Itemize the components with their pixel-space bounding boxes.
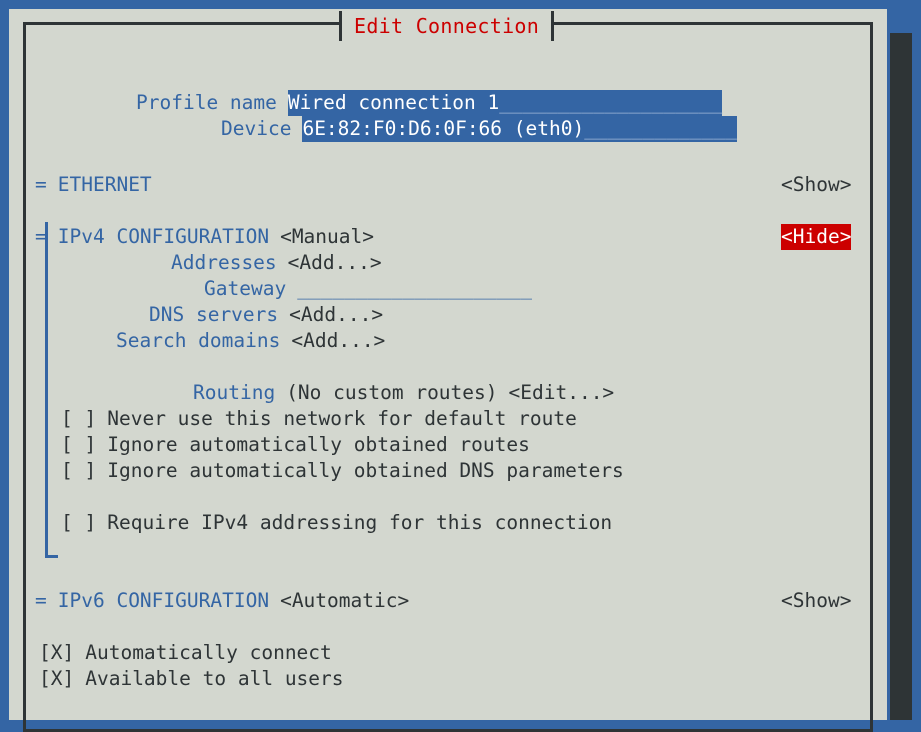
ipv4-mode-select[interactable]: <Manual> xyxy=(280,224,374,250)
checkbox-label: Automatically connect xyxy=(85,640,332,666)
ipv4-search-domains-add-button[interactable]: <Add...> xyxy=(291,328,385,354)
device-label: Device xyxy=(221,116,291,142)
ipv4-hide-button[interactable]: <Hide> xyxy=(781,224,851,250)
checkbox-box: [ ] xyxy=(61,432,96,458)
checkbox-ignore-auto-dns[interactable]: [ ] Ignore automatically obtained DNS pa… xyxy=(61,458,624,484)
ethernet-expander-icon: = xyxy=(35,172,47,198)
device-row: Device 6E:82:F0:D6:0F:66 (eth0)_________… xyxy=(221,116,737,142)
ethernet-section-header[interactable]: = ETHERNET xyxy=(35,172,152,198)
ipv6-show-label: <Show> xyxy=(781,588,851,614)
ipv4-addresses-add-button[interactable]: <Add...> xyxy=(288,250,382,276)
ethernet-section-label: ETHERNET xyxy=(58,172,152,198)
terminal-window: Edit Connection Profile name Wired conne… xyxy=(0,0,921,720)
ipv4-routing-label: Routing xyxy=(193,380,275,406)
dialog-content: Profile name Wired connection 1_________… xyxy=(26,42,870,718)
ipv6-section-label: IPv6 CONFIGURATION xyxy=(58,588,269,614)
checkbox-label: Ignore automatically obtained routes xyxy=(107,432,530,458)
device-input[interactable]: 6E:82:F0:D6:0F:66 (eth0)_____________ xyxy=(302,116,736,142)
profile-name-input[interactable]: Wired connection 1___________________ xyxy=(288,90,722,116)
ipv4-routing-row: Routing (No custom routes) <Edit...> xyxy=(193,380,614,406)
checkbox-require-ipv4[interactable]: [ ] Require IPv4 addressing for this con… xyxy=(61,510,612,536)
checkbox-never-default-route[interactable]: [ ] Never use this network for default r… xyxy=(61,406,577,432)
ipv4-section-label: IPv4 CONFIGURATION xyxy=(58,224,269,250)
ipv4-gateway-input[interactable]: ____________________ xyxy=(297,276,532,302)
ipv4-addresses-row: Addresses <Add...> xyxy=(171,250,382,276)
checkbox-available-all-users[interactable]: [X] Available to all users xyxy=(39,666,344,692)
ethernet-show-button[interactable]: <Show> xyxy=(781,172,851,198)
device-fill: _____________ xyxy=(584,117,737,140)
checkbox-label: Available to all users xyxy=(85,666,343,692)
checkbox-ignore-auto-routes[interactable]: [ ] Ignore automatically obtained routes xyxy=(61,432,530,458)
ipv4-dns-servers-add-button[interactable]: <Add...> xyxy=(289,302,383,328)
ipv4-routing-edit-button[interactable]: <Edit...> xyxy=(509,380,615,406)
edit-connection-dialog: Edit Connection Profile name Wired conne… xyxy=(9,9,887,720)
checkbox-label: Never use this network for default route xyxy=(107,406,577,432)
ipv4-expander-icon: = xyxy=(35,224,47,250)
checkbox-box: [X] xyxy=(39,666,74,692)
profile-name-row: Profile name Wired connection 1_________… xyxy=(136,90,722,116)
dialog-title: Edit Connection xyxy=(342,13,551,39)
checkbox-automatically-connect[interactable]: [X] Automatically connect xyxy=(39,640,332,666)
checkbox-box: [ ] xyxy=(61,510,96,536)
profile-name-fill: ___________________ xyxy=(499,91,722,114)
ipv4-routing-summary: (No custom routes) xyxy=(286,380,497,406)
title-separator-right xyxy=(551,11,554,41)
ipv4-gateway-row: Gateway ____________________ xyxy=(204,276,532,302)
checkbox-label: Require IPv4 addressing for this connect… xyxy=(107,510,612,536)
ipv4-dns-servers-label: DNS servers xyxy=(149,302,278,328)
ipv4-search-domains-label: Search domains xyxy=(116,328,280,354)
dialog-title-bar: Edit Connection xyxy=(339,9,554,42)
ipv6-mode-select[interactable]: <Automatic> xyxy=(280,588,409,614)
vertical-scrollbar[interactable] xyxy=(890,33,912,720)
checkbox-box: [ ] xyxy=(61,406,96,432)
profile-name-label: Profile name xyxy=(136,90,277,116)
device-value: 6E:82:F0:D6:0F:66 (eth0) xyxy=(302,117,584,140)
profile-name-value: Wired connection 1 xyxy=(288,91,499,114)
ipv4-dns-servers-row: DNS servers <Add...> xyxy=(149,302,383,328)
ipv4-addresses-label: Addresses xyxy=(171,250,277,276)
ipv6-expander-icon: = xyxy=(35,588,47,614)
ipv6-show-button[interactable]: <Show> xyxy=(781,588,851,614)
checkbox-box: [ ] xyxy=(61,458,96,484)
ipv4-search-domains-row: Search domains <Add...> xyxy=(116,328,385,354)
checkbox-label: Ignore automatically obtained DNS parame… xyxy=(107,458,624,484)
ethernet-show-label: <Show> xyxy=(781,172,851,198)
ipv6-section-header[interactable]: = IPv6 CONFIGURATION <Automatic> xyxy=(35,588,409,614)
ipv4-hide-label: <Hide> xyxy=(781,224,851,250)
ipv4-section-header[interactable]: = IPv4 CONFIGURATION <Manual> xyxy=(35,224,374,250)
ipv4-gateway-label: Gateway xyxy=(204,276,286,302)
ipv4-tree-guide xyxy=(45,222,58,558)
checkbox-box: [X] xyxy=(39,640,74,666)
